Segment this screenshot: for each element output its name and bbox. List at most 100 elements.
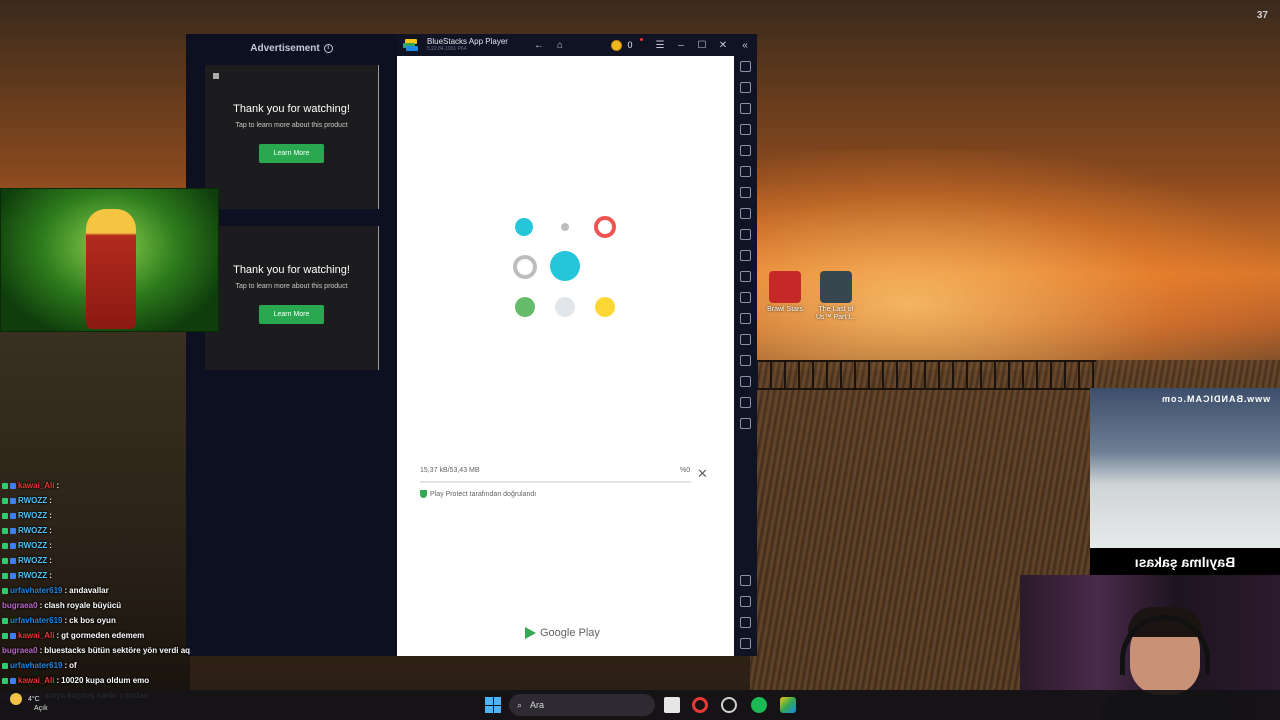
maximize-icon[interactable]: ☐ — [692, 34, 712, 56]
screenshot-icon[interactable] — [740, 229, 751, 240]
ad-choices-icon[interactable] — [213, 73, 219, 79]
chat-username[interactable]: RWOZZ — [18, 541, 47, 550]
chat-username[interactable]: RWOZZ — [18, 496, 47, 505]
screen-counter: 37 — [1256, 10, 1268, 21]
taskbar-search[interactable]: ⌕ Ara — [509, 694, 655, 716]
loader-dot — [515, 297, 535, 317]
fullscreen-icon[interactable] — [740, 61, 751, 72]
chat-message: RWOZZ : — [2, 568, 262, 583]
google-play-icon — [525, 627, 536, 639]
taskbar-app-bluestacks[interactable] — [780, 695, 796, 715]
chat-text: clash royale büyücü — [44, 601, 122, 610]
notification-dot — [640, 38, 643, 41]
menu-icon[interactable]: ☰ — [650, 34, 670, 56]
keyboard-icon[interactable] — [740, 124, 751, 135]
learn-more-button[interactable]: Learn More — [259, 144, 324, 163]
chat-message: kawai_Ali : — [2, 478, 262, 493]
bandicam-watermark: www.BANDICAM.com — [1160, 394, 1270, 404]
desktop-icon-last-of-us[interactable]: The Last of Us™ Part I... — [812, 271, 860, 321]
chat-username[interactable]: kawai_Ali — [18, 631, 54, 640]
chat-username[interactable]: kawai_Ali — [18, 676, 54, 685]
gear-icon[interactable] — [740, 575, 751, 586]
chat-separator: : — [49, 511, 52, 520]
chat-badge-icon — [10, 557, 16, 564]
chat-username[interactable]: urfavhater619 — [10, 616, 62, 625]
chat-badge-icon — [10, 572, 16, 579]
macro-icon[interactable] — [740, 208, 751, 219]
desktop-icon-brawl-stars[interactable]: Brawl Stars — [761, 271, 809, 314]
chat-badge-icon — [2, 557, 8, 564]
chat-separator: : — [49, 496, 52, 505]
sidebar-toggle-icon[interactable] — [740, 418, 751, 429]
chat-username[interactable]: kawai_Ali — [18, 481, 54, 490]
google-play-brand: Google Play — [525, 627, 600, 639]
windows-icon — [485, 697, 501, 713]
ad-card[interactable]: Thank you for watching! Tap to learn mor… — [205, 226, 379, 370]
chat-separator: : — [56, 676, 60, 685]
coin-counter[interactable]: 0 — [605, 34, 639, 56]
volume-icon[interactable] — [740, 82, 751, 93]
ad-card[interactable]: Thank you for watching! Tap to learn mor… — [205, 65, 379, 209]
airplane-icon[interactable] — [740, 292, 751, 303]
chat-username[interactable]: urfavhater619 — [10, 586, 62, 595]
recent-apps-icon[interactable] — [740, 638, 751, 649]
weather-widget[interactable]: 4°C Açık — [10, 693, 48, 713]
chat-badge-icon — [10, 482, 16, 489]
taskbar-app-spotify[interactable] — [751, 695, 767, 715]
android-home-icon[interactable] — [740, 617, 751, 628]
speed-icon[interactable] — [740, 397, 751, 408]
google-play-label: Google Play — [540, 627, 600, 639]
multi-instance-icon[interactable] — [740, 313, 751, 324]
back-arrow-icon[interactable]: ← — [529, 34, 549, 56]
chat-username[interactable]: bugraea0 — [2, 646, 38, 655]
chat-username[interactable]: bugraea0 — [2, 601, 38, 610]
chat-username[interactable]: RWOZZ — [18, 571, 47, 580]
chat-badge-icon — [2, 632, 8, 639]
chat-username[interactable]: RWOZZ — [18, 556, 47, 565]
chat-badge-icon — [10, 512, 16, 519]
rotate-icon[interactable] — [740, 145, 751, 156]
chat-message: urfavhater619 : of — [2, 658, 262, 673]
media-icon[interactable] — [740, 103, 751, 114]
chat-badge-icon — [10, 632, 16, 639]
record-icon[interactable] — [740, 250, 751, 261]
eco-mode-icon[interactable] — [740, 334, 751, 345]
search-placeholder: Ara — [530, 700, 545, 710]
advertisement-label: Advertisement — [250, 42, 320, 54]
chat-separator: : — [49, 571, 52, 580]
close-icon[interactable]: ✕ — [713, 34, 733, 56]
location-icon[interactable] — [740, 355, 751, 366]
taskbar-app-obs[interactable] — [721, 695, 737, 715]
taskbar-app-file-explorer[interactable] — [664, 695, 680, 715]
android-screen[interactable]: 15,37 kB/53,43 MB %0 ✕ Play Protect tara… — [397, 56, 734, 656]
back-icon[interactable] — [740, 596, 751, 607]
chat-separator: : — [64, 616, 68, 625]
minimize-icon[interactable]: – — [671, 34, 691, 56]
obs-icon — [721, 697, 737, 713]
desktop-wallpaper-glow — [750, 150, 1280, 370]
chat-username[interactable]: RWOZZ — [18, 526, 47, 535]
info-icon[interactable]: i — [323, 43, 333, 53]
chat-username[interactable]: urfavhater619 — [10, 661, 62, 670]
window-title: BlueStacks App Player — [427, 37, 508, 46]
chat-message: RWOZZ : — [2, 538, 262, 553]
sync-icon[interactable] — [740, 166, 751, 177]
brawl-stars-icon — [769, 271, 801, 303]
layers-icon[interactable] — [740, 376, 751, 387]
advertisement-header: Advertisement i — [186, 34, 397, 62]
download-progress-bar — [420, 481, 691, 483]
gamepad-icon[interactable] — [740, 187, 751, 198]
collapse-sidebar-icon[interactable]: « — [735, 34, 755, 56]
chat-username[interactable]: RWOZZ — [18, 511, 47, 520]
bluestacks-side-toolbar — [734, 56, 757, 656]
home-icon[interactable]: ⌂ — [550, 34, 570, 56]
taskbar-app-opera[interactable] — [692, 695, 708, 715]
loader-dot — [550, 251, 580, 281]
weather-status: Açık — [34, 705, 48, 712]
folder-icon[interactable] — [740, 271, 751, 282]
cancel-download-icon[interactable]: ✕ — [697, 466, 708, 482]
chat-message: bugraea0 : clash royale büyücü — [2, 598, 262, 613]
loader-dot — [515, 218, 533, 236]
learn-more-button[interactable]: Learn More — [259, 305, 324, 324]
start-button[interactable] — [483, 695, 503, 715]
